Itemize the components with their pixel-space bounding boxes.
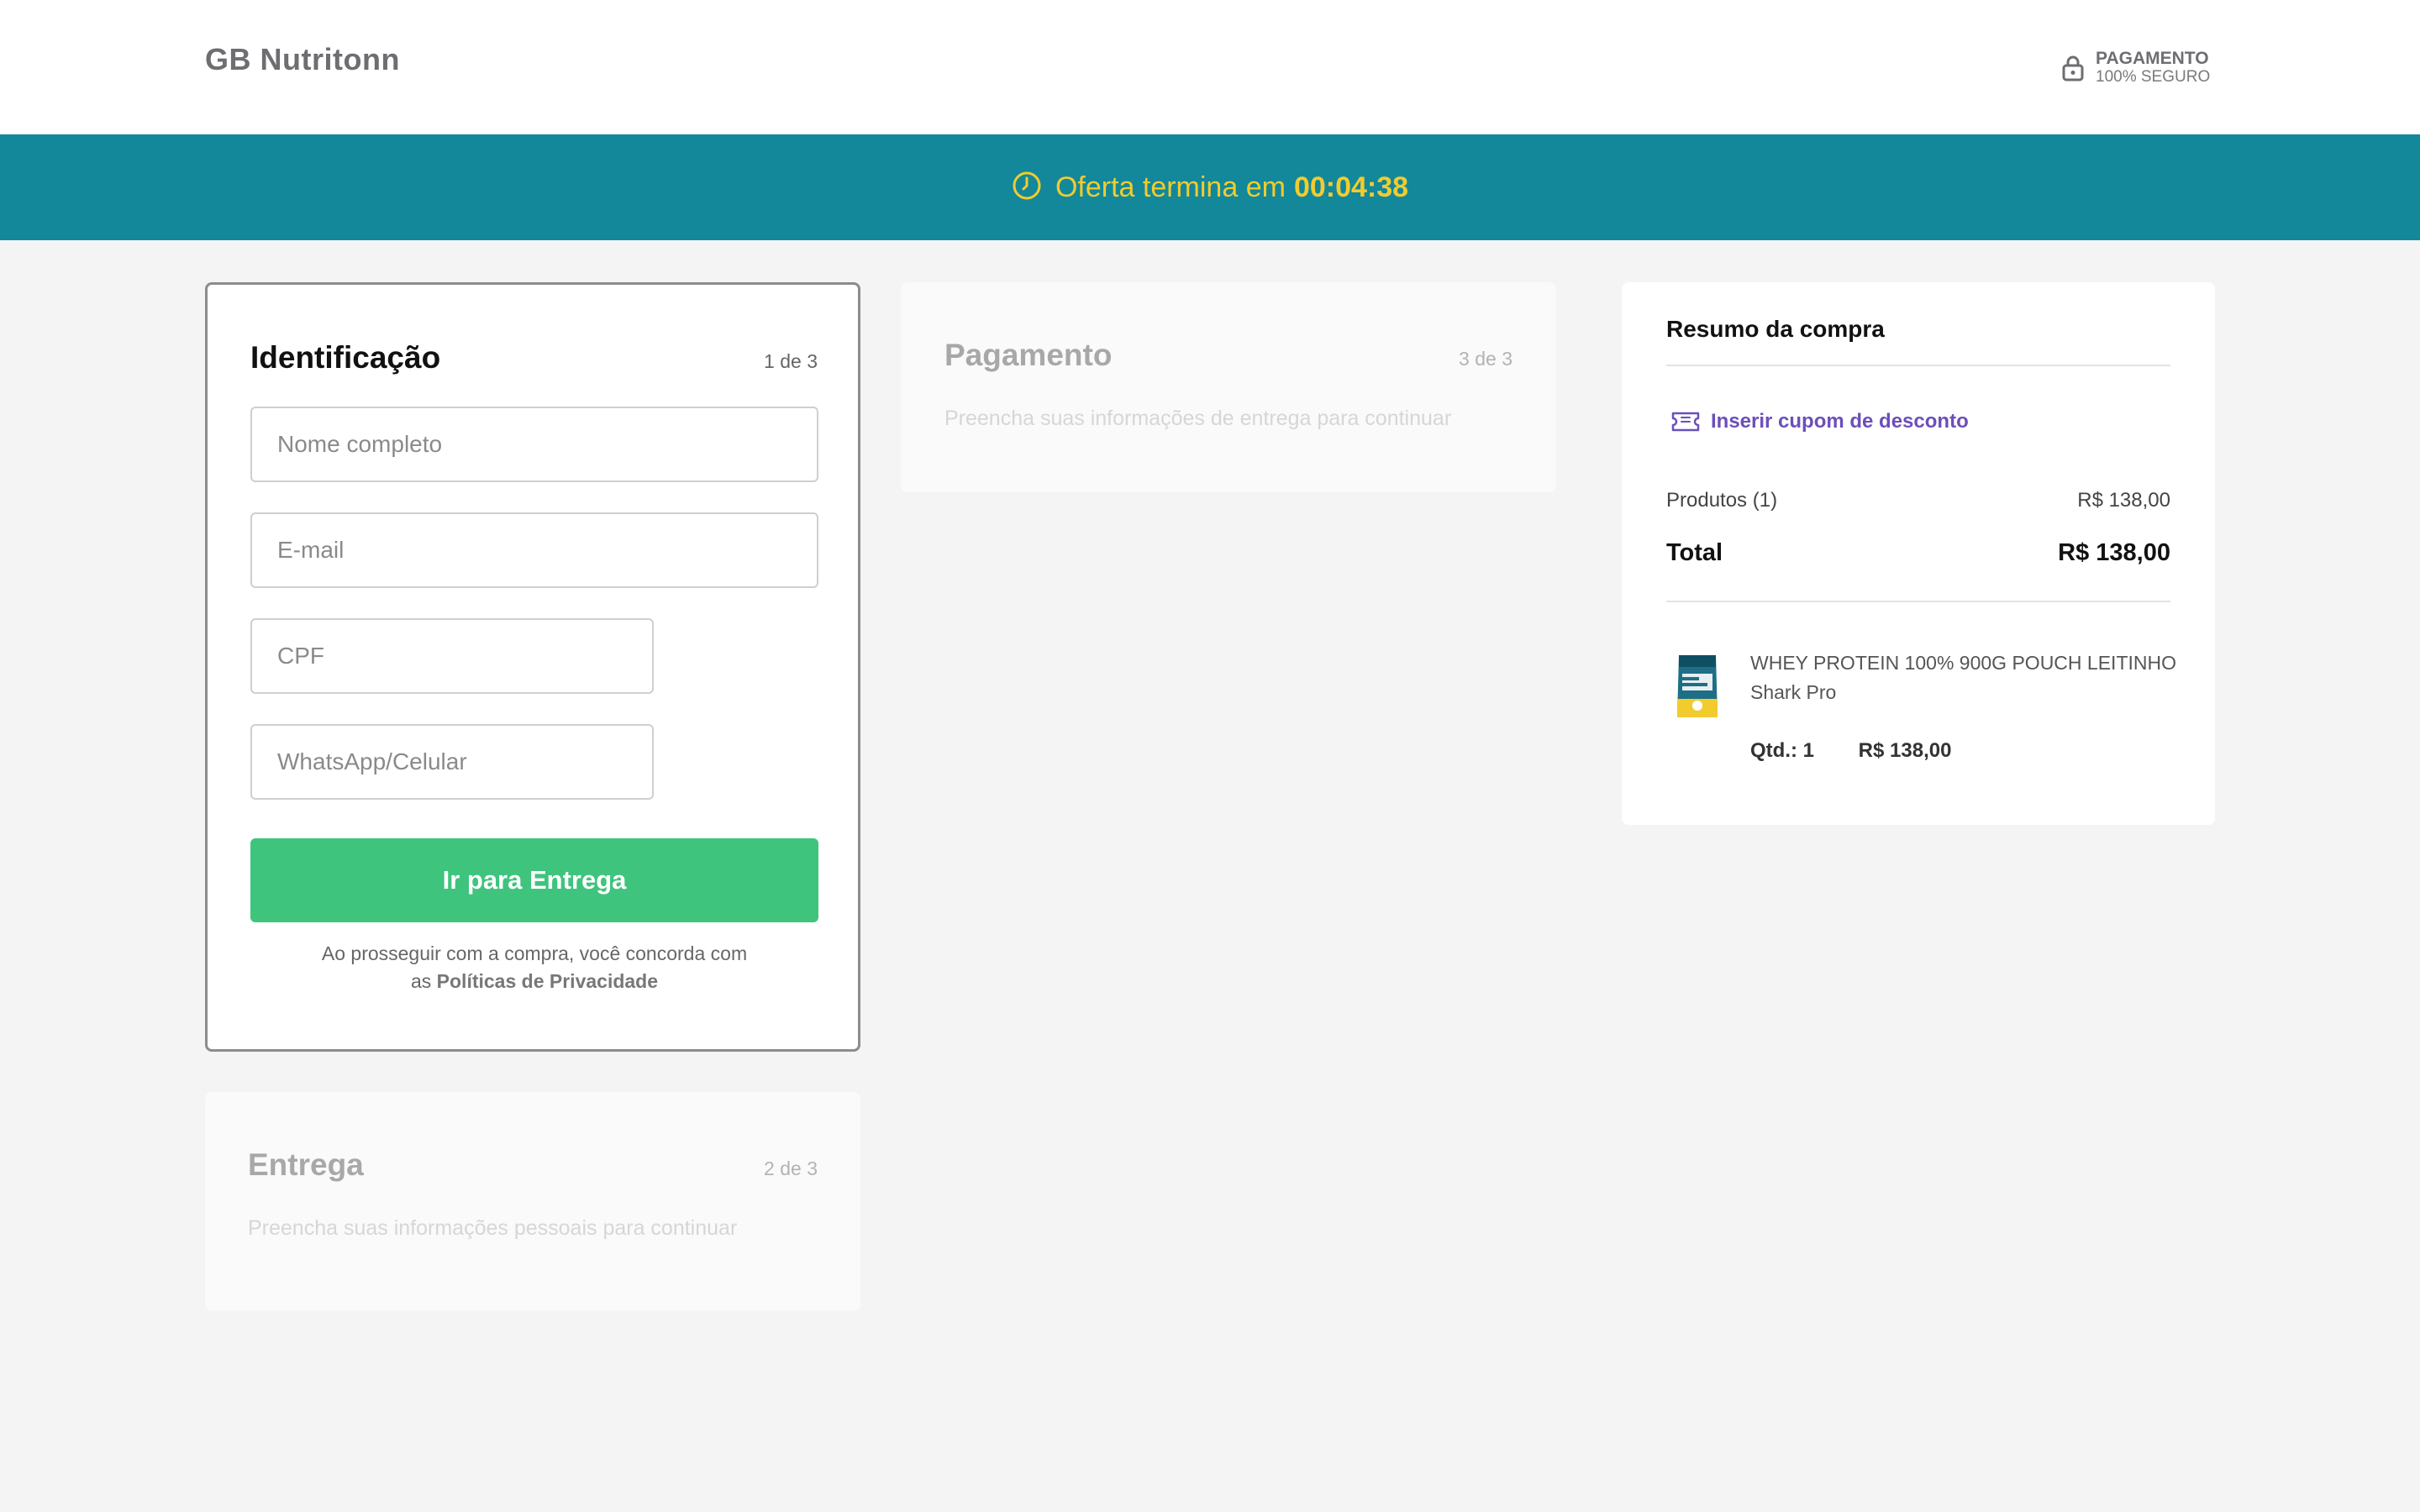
delivery-step: 2 de 3 xyxy=(764,1158,818,1179)
header: GB Nutritonn PAGAMENTO 100% SEGURO xyxy=(0,0,2420,134)
delivery-title: Entrega xyxy=(248,1147,364,1182)
secure-subtitle: 100% SEGURO xyxy=(2096,68,2211,86)
go-to-delivery-button[interactable]: Ir para Entrega xyxy=(250,838,818,922)
product-quantity: Qtd.: 1 xyxy=(1750,739,1814,762)
privacy-policy-link[interactable]: Políticas de Privacidade xyxy=(437,970,658,992)
full-name-input[interactable] xyxy=(250,407,818,482)
brand-logo[interactable]: GB Nutritonn xyxy=(205,42,400,77)
total-row: Total R$ 138,00 xyxy=(1666,539,2170,567)
phone-input[interactable] xyxy=(250,724,654,800)
offer-timer: 00:04:38 xyxy=(1293,171,1409,203)
total-value: R$ 138,00 xyxy=(2058,539,2170,566)
payment-step: 3 de 3 xyxy=(1459,348,1512,370)
offer-text: Oferta termina em xyxy=(1055,171,1286,203)
summary-divider xyxy=(1666,365,2170,366)
total-label: Total xyxy=(1666,539,1723,566)
identification-step: 1 de 3 xyxy=(764,350,818,372)
offer-banner: Oferta termina em 00:04:38 xyxy=(0,134,2420,240)
email-input[interactable] xyxy=(250,512,818,588)
identification-title: Identificação xyxy=(250,340,441,375)
product-brand: Shark Pro xyxy=(1750,681,1837,703)
summary-divider-2 xyxy=(1666,601,2170,602)
delivery-card: Entrega 2 de 3 Preencha suas informações… xyxy=(205,1092,860,1310)
ticket-icon xyxy=(1671,412,1700,432)
payment-card: Pagamento 3 de 3 Preencha suas informaçõ… xyxy=(901,282,1556,492)
payment-title: Pagamento xyxy=(944,338,1113,372)
secure-payment-badge: PAGAMENTO 100% SEGURO xyxy=(2062,47,2210,89)
product-price: R$ 138,00 xyxy=(1858,739,1952,762)
product-name: WHEY PROTEIN 100% 900G POUCH LEITINHO xyxy=(1750,652,2176,674)
clock-icon xyxy=(1013,171,1041,200)
terms-notice: Ao prosseguir com a compra, você concord… xyxy=(250,940,818,995)
secure-title: PAGAMENTO xyxy=(2096,49,2209,68)
product-meta: Qtd.: 1 R$ 138,00 xyxy=(1750,739,1951,763)
payment-description: Preencha suas informações de entrega par… xyxy=(944,407,1452,430)
delivery-description: Preencha suas informações pessoais para … xyxy=(248,1216,738,1240)
products-label: Produtos (1) xyxy=(1666,489,1778,512)
products-row: Produtos (1) R$ 138,00 xyxy=(1666,489,2170,512)
terms-text-prefix: as xyxy=(410,970,432,992)
product-info: WHEY PROTEIN 100% 900G POUCH LEITINHO Sh… xyxy=(1750,648,2187,707)
cpf-input[interactable] xyxy=(250,618,654,694)
terms-text: Ao prosseguir com a compra, você concord… xyxy=(321,942,748,964)
summary-title: Resumo da compra xyxy=(1666,316,1885,342)
coupon-label: Inserir cupom de desconto xyxy=(1711,410,1969,433)
coupon-link[interactable]: Inserir cupom de desconto xyxy=(1670,410,1969,433)
products-value: R$ 138,00 xyxy=(2077,489,2170,512)
order-summary: Resumo da compra Inserir cupom de descon… xyxy=(1622,282,2215,825)
identification-card: Identificação 1 de 3 Ir para Entrega Ao … xyxy=(205,282,860,1052)
product-image xyxy=(1677,655,1718,717)
lock-icon xyxy=(2062,55,2084,81)
